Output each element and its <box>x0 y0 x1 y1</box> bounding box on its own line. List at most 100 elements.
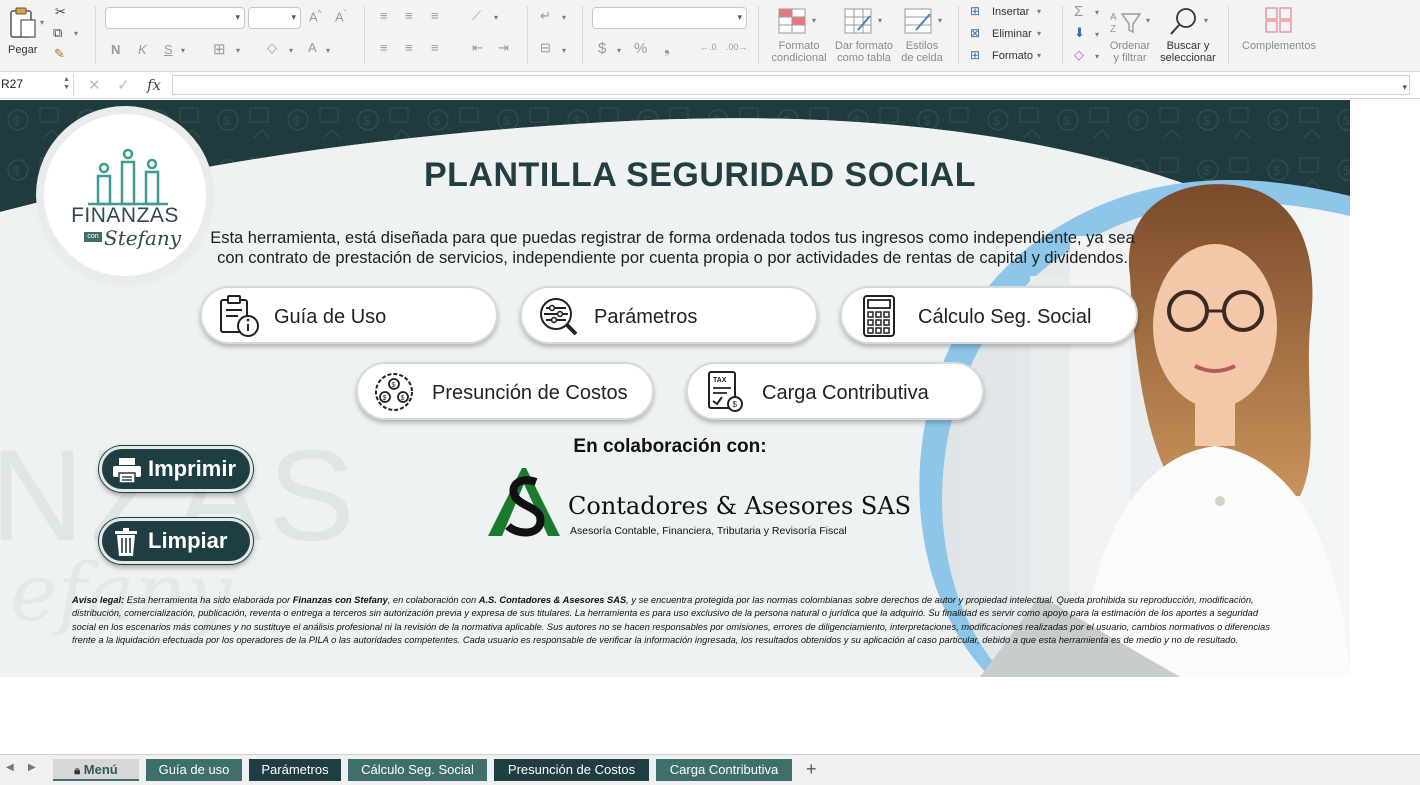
fill-down-icon[interactable]: ⬇ <box>1074 25 1085 41</box>
tab-parametros[interactable]: Parámetros <box>249 759 341 781</box>
find-select-label-1: Buscar y <box>1166 40 1210 52</box>
insert-rows-icon: ⊞ <box>970 4 981 18</box>
cancel-icon[interactable]: ✕ <box>88 76 101 94</box>
conditional-format-label-2: condicional <box>771 52 827 64</box>
bar-people-logo-icon <box>88 148 168 206</box>
sort-filter-label-1: Ordenar <box>1109 40 1151 52</box>
autosum-icon[interactable]: Σ <box>1074 3 1083 20</box>
guide-button[interactable]: Guía de Uso <box>200 286 498 344</box>
clear-button-label: Limpiar <box>148 528 228 553</box>
confirm-icon[interactable]: ✓ <box>117 76 130 94</box>
tab-carga-contributiva[interactable]: Carga Contributiva <box>656 759 792 781</box>
wrap-text-icon[interactable]: ↵ <box>540 8 551 24</box>
format-as-table-button[interactable]: ▾ Dar formato como tabla <box>832 4 896 66</box>
paste-button[interactable]: ▾ Pegar <box>6 4 48 64</box>
chevron-down-icon: ▾ <box>1095 30 1100 39</box>
name-box[interactable]: R27 ▲ ▼ <box>0 74 74 96</box>
borders-icon[interactable]: ⊞ <box>213 40 226 58</box>
search-icon <box>1170 8 1196 35</box>
tax-burden-button[interactable]: TAX $ Carga Contributiva <box>686 362 984 420</box>
parameters-button-label: Parámetros <box>594 306 698 328</box>
printer-icon <box>113 458 141 484</box>
prev-sheet-icon[interactable]: ◀ <box>6 762 14 773</box>
tab-calculo-seg-social[interactable]: Cálculo Seg. Social <box>348 759 487 781</box>
formula-input[interactable]: ▾ <box>172 75 1410 95</box>
align-middle-icon[interactable]: ≡ <box>405 8 413 23</box>
legal-notice: Aviso legal: Esta herramienta ha sido el… <box>72 594 1272 647</box>
tab-menu-label: Menú <box>83 762 118 777</box>
bold-button[interactable]: N <box>111 42 120 57</box>
chevron-down-icon[interactable]: ▾ <box>1402 82 1407 93</box>
align-right-icon[interactable]: ≡ <box>431 40 439 55</box>
number-format-select[interactable]: ▾ <box>592 7 747 29</box>
tab-presuncion-de-costos[interactable]: Presunción de Costos <box>494 759 649 781</box>
cell-styles-icon <box>904 8 932 34</box>
merge-cells-icon[interactable]: ⊟ <box>540 40 551 56</box>
name-box-spinner-icon[interactable]: ▲ ▼ <box>63 76 70 92</box>
lock-icon: 🔒︎ <box>74 765 81 777</box>
percent-format-button[interactable]: % <box>634 40 647 57</box>
align-top-icon[interactable]: ≡ <box>380 8 388 23</box>
insert-cells-button[interactable]: ⊞ Insertar ▾ <box>968 4 1056 22</box>
fill-color-icon[interactable]: ◇ <box>267 40 277 56</box>
align-left-icon[interactable]: ≡ <box>380 40 388 55</box>
cost-presumption-button[interactable]: $ $ $ Presunción de Costos <box>356 362 654 420</box>
find-select-button[interactable]: ▾ Buscar y seleccionar <box>1156 4 1220 66</box>
chevron-down-icon: ▾ <box>1037 29 1042 38</box>
cell-reference: R27 <box>1 77 24 91</box>
font-color-icon[interactable]: A <box>308 40 317 55</box>
font-shrink-icon[interactable]: Aˇ <box>335 9 346 24</box>
copy-icon[interactable]: ⧉ <box>53 25 62 41</box>
align-center-icon[interactable]: ≡ <box>405 40 413 55</box>
underline-button[interactable]: S <box>164 42 173 57</box>
increase-decimals-button[interactable]: ←.0 <box>700 42 717 52</box>
insert-label: Insertar <box>992 6 1030 18</box>
cut-icon[interactable]: ✂ <box>55 4 66 20</box>
clear-icon[interactable]: ◇ <box>1074 47 1084 63</box>
page-title-part-1: PLANTILLA <box>424 156 617 194</box>
conditional-format-button[interactable]: ▾ Formato condicional <box>766 4 830 66</box>
social-security-calc-button-label: Cálculo Seg. Social <box>918 306 1092 328</box>
insert-function-button[interactable]: fx <box>147 76 161 94</box>
text-orientation-icon[interactable]: ⟋ <box>472 8 481 24</box>
italic-button[interactable]: K <box>138 42 147 57</box>
chevron-down-icon: ▾ <box>1037 7 1042 16</box>
cell-styles-label-2: de celda <box>901 52 943 64</box>
addins-button[interactable]: Complementos <box>1236 4 1322 66</box>
format-cells-button[interactable]: ⊞ Formato ▾ <box>968 48 1056 66</box>
description-line-2: con contrato de prestación de servicios,… <box>217 249 1128 267</box>
sort-filter-button[interactable]: AZ ▾ Ordenar y filtrar <box>1104 4 1156 66</box>
font-size-select[interactable]: ▾ <box>248 7 301 29</box>
decrease-decimals-button[interactable]: .00→ <box>726 42 748 52</box>
svg-text:$: $ <box>401 395 405 402</box>
tab-menu[interactable]: 🔒︎ Menú <box>53 759 139 781</box>
delete-cells-button[interactable]: ⊠ Eliminar ▾ <box>968 26 1056 44</box>
increase-indent-icon[interactable]: ⇥ <box>498 40 509 56</box>
next-sheet-icon[interactable]: ▶ <box>28 762 36 773</box>
currency-format-button[interactable]: $ <box>598 40 606 57</box>
clipboard-info-icon <box>220 295 259 337</box>
print-button[interactable]: Imprimir <box>99 446 253 492</box>
format-painter-icon[interactable]: ✎ <box>54 46 65 62</box>
svg-text:$: $ <box>392 382 396 389</box>
align-bottom-icon[interactable]: ≡ <box>431 8 439 23</box>
cell-styles-button[interactable]: ▾ Estilos de celda <box>896 4 952 66</box>
chevron-down-icon: ▾ <box>812 16 817 25</box>
tab-guia-de-uso[interactable]: Guía de uso <box>146 759 242 781</box>
tax-document-icon: TAX $ <box>708 371 743 412</box>
font-grow-icon[interactable]: A^ <box>309 9 321 24</box>
logo-small-tag: con <box>84 232 102 242</box>
chevron-down-icon: ▾ <box>235 12 240 22</box>
clear-button[interactable]: Limpiar <box>99 518 253 564</box>
thousands-format-button[interactable]: ❟ <box>664 40 670 57</box>
menu-sheet-canvas: $ NZAS efany <box>0 100 1350 677</box>
chevron-down-icon: ▾ <box>938 16 943 25</box>
logo-script-name: Stefany <box>104 226 182 250</box>
add-sheet-button[interactable]: + <box>806 759 817 780</box>
social-security-calc-button[interactable]: Cálculo Seg. Social <box>840 286 1138 344</box>
font-family-select[interactable]: ▾ <box>105 7 245 29</box>
parameters-button[interactable]: Parámetros <box>520 286 818 344</box>
delete-rows-icon: ⊠ <box>970 26 981 40</box>
empty-sheet-area[interactable] <box>1350 100 1420 677</box>
decrease-indent-icon[interactable]: ⇤ <box>472 40 483 56</box>
